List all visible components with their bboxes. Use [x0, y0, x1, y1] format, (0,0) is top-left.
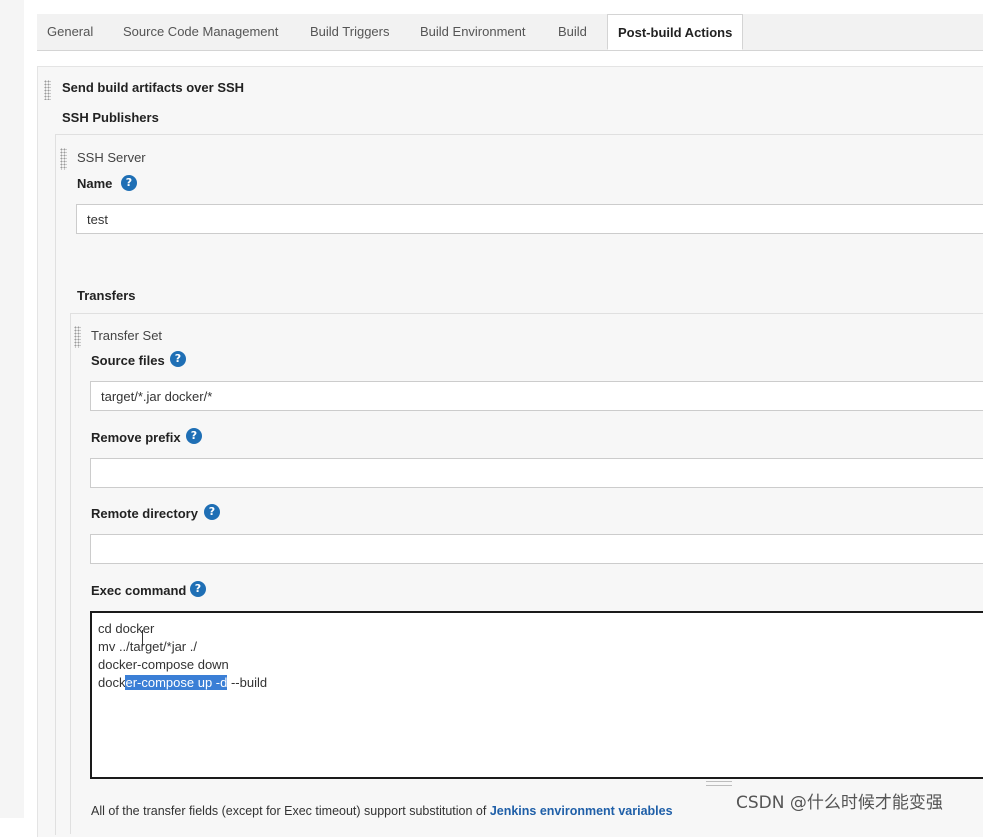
- transfer-set-heading: Transfer Set: [91, 328, 163, 343]
- help-icon[interactable]: ?: [170, 351, 186, 367]
- remove-prefix-input[interactable]: [90, 458, 983, 488]
- tab-post-build-actions[interactable]: Post-build Actions: [607, 14, 744, 50]
- name-input[interactable]: [76, 204, 983, 234]
- remote-directory-input[interactable]: [90, 534, 983, 564]
- exec-command-line: mv ../target/*jar ./: [98, 639, 197, 654]
- help-icon[interactable]: ?: [186, 428, 202, 444]
- exec-command-line: cd docker: [98, 621, 155, 636]
- exec-command-line: docker-compose down: [98, 657, 229, 672]
- tab-general[interactable]: General: [47, 14, 93, 50]
- exec-text: --build: [227, 675, 268, 690]
- selected-text: er-compose up -d: [125, 675, 228, 690]
- step-title: Send build artifacts over SSH: [62, 80, 245, 95]
- drag-handle-icon[interactable]: [60, 148, 67, 170]
- textarea-resize-grip[interactable]: [706, 781, 732, 786]
- config-tab-bar: General Source Code Management Build Tri…: [37, 14, 983, 51]
- transfers-label: Transfers: [77, 288, 136, 303]
- help-icon[interactable]: ?: [121, 175, 137, 191]
- remote-directory-label: Remote directory: [91, 506, 198, 521]
- source-files-label: Source files: [91, 353, 165, 368]
- tab-source-code-management[interactable]: Source Code Management: [123, 14, 278, 50]
- exec-command-label: Exec command: [91, 583, 187, 598]
- csdn-watermark: CSDN @什么时候才能变强: [736, 793, 943, 813]
- tab-build-environment[interactable]: Build Environment: [420, 14, 526, 50]
- tab-build[interactable]: Build: [558, 14, 587, 50]
- substitution-note: All of the transfer fields (except for E…: [91, 804, 673, 818]
- ssh-publishers-label: SSH Publishers: [62, 110, 159, 125]
- help-icon[interactable]: ?: [204, 504, 220, 520]
- exec-command-line: docker-compose up -d --build: [98, 674, 982, 692]
- source-files-input[interactable]: [90, 381, 983, 411]
- substitution-note-text: All of the transfer fields (except for E…: [91, 804, 490, 818]
- exec-text: dock: [98, 675, 126, 690]
- drag-handle-icon[interactable]: [44, 80, 51, 100]
- text-cursor: [142, 630, 143, 646]
- remove-prefix-label: Remove prefix: [91, 430, 181, 445]
- name-label: Name: [77, 176, 113, 191]
- help-icon[interactable]: ?: [190, 581, 206, 597]
- tab-build-triggers[interactable]: Build Triggers: [310, 14, 389, 50]
- left-gutter: [0, 0, 24, 818]
- exec-command-textarea[interactable]: cd docker mv ../target/*jar ./ docker-co…: [90, 611, 983, 779]
- ssh-server-heading: SSH Server: [77, 150, 146, 165]
- jenkins-env-vars-link[interactable]: Jenkins environment variables: [490, 804, 673, 818]
- drag-handle-icon[interactable]: [74, 326, 81, 348]
